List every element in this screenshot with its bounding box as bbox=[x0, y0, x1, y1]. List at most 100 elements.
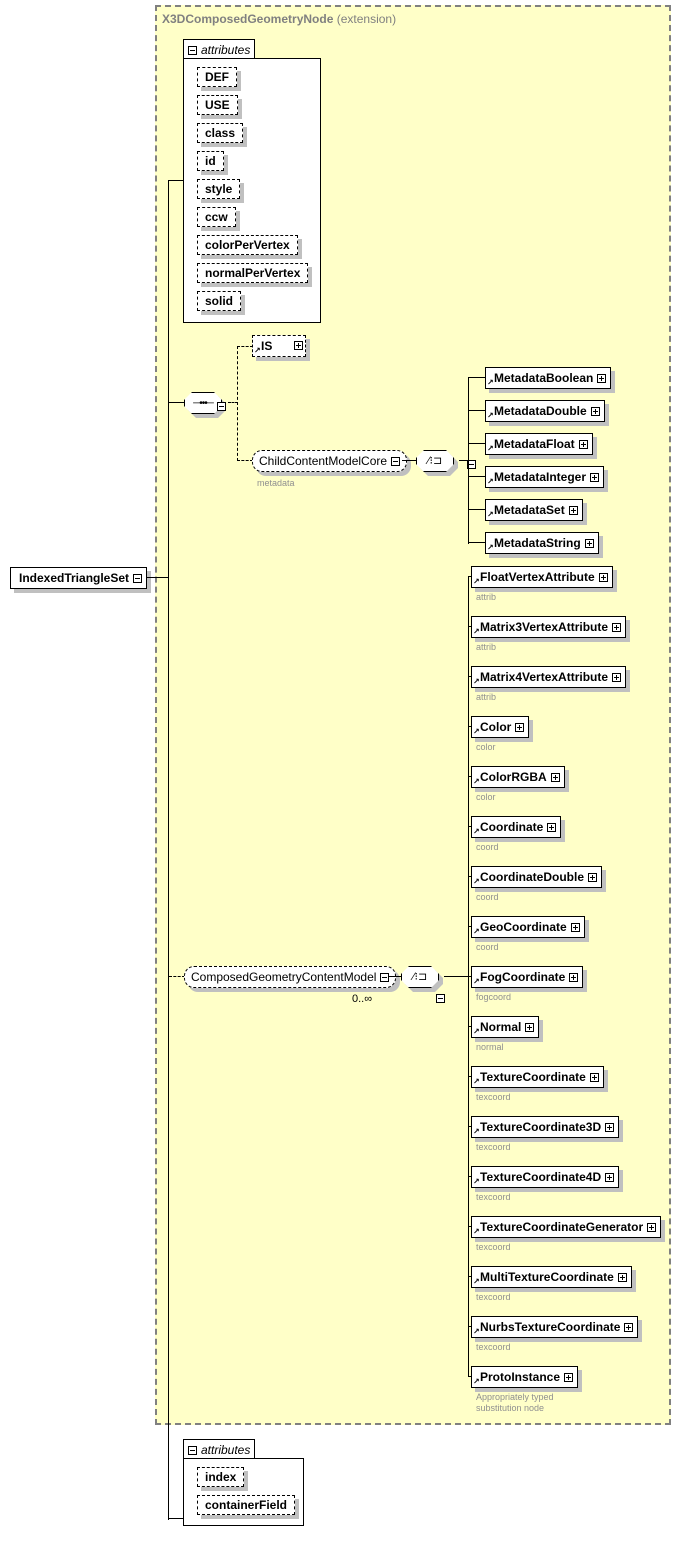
attribute-item[interactable]: DEF bbox=[197, 67, 237, 87]
group-label: ComposedGeometryContentModel bbox=[191, 970, 377, 984]
element-node[interactable]: ↗ FloatVertexAttribute bbox=[471, 566, 613, 588]
expand-icon[interactable] bbox=[612, 623, 622, 633]
attribute-item[interactable]: solid bbox=[197, 291, 242, 311]
collapse-icon[interactable] bbox=[380, 973, 390, 983]
expand-icon[interactable] bbox=[612, 673, 622, 683]
element-node[interactable]: ↗ Color bbox=[471, 716, 530, 738]
element-node[interactable]: ↗ MetadataSet bbox=[485, 499, 583, 521]
connector bbox=[168, 402, 184, 403]
element-node[interactable]: ↗ Matrix3VertexAttribute bbox=[471, 616, 627, 638]
expand-icon[interactable] bbox=[624, 1323, 634, 1333]
attribute-item[interactable]: containerField bbox=[197, 1495, 296, 1515]
element-sub-label: attrib bbox=[476, 592, 497, 602]
collapse-icon[interactable] bbox=[391, 457, 401, 467]
attribute-item[interactable]: USE bbox=[197, 95, 238, 115]
connector bbox=[468, 443, 485, 444]
expand-icon[interactable] bbox=[588, 873, 597, 883]
attributes-tab[interactable]: attributes bbox=[183, 39, 256, 59]
element-node[interactable]: ↗ NurbsTextureCoordinate bbox=[471, 1316, 639, 1338]
expand-icon[interactable] bbox=[578, 440, 588, 450]
expand-icon[interactable] bbox=[605, 1173, 615, 1183]
attribute-item[interactable]: ccw bbox=[197, 207, 236, 227]
reference-arrow-icon: ↗ bbox=[473, 777, 480, 786]
choice-compositor[interactable]: ⁄⁝⊐ bbox=[401, 966, 439, 988]
root-label: IndexedTriangleSet bbox=[19, 571, 130, 585]
expand-icon[interactable] bbox=[647, 1223, 657, 1233]
element-node[interactable]: ↗ Matrix4VertexAttribute bbox=[471, 666, 627, 688]
attributes-tab[interactable]: attributes bbox=[183, 1439, 256, 1459]
attribute-item[interactable]: style bbox=[197, 179, 241, 199]
element-sub-label: fogcoord bbox=[476, 992, 512, 1002]
attribute-item[interactable]: id bbox=[197, 151, 224, 171]
reference-arrow-icon: ↗ bbox=[473, 827, 480, 836]
expand-icon[interactable] bbox=[547, 823, 557, 833]
element-node[interactable]: ↗ TextureCoordinate bbox=[471, 1066, 604, 1088]
attribute-item[interactable]: class bbox=[197, 123, 244, 143]
element-node[interactable]: ↗ MetadataDouble bbox=[485, 400, 605, 422]
expand-icon[interactable] bbox=[605, 1123, 615, 1133]
child-content-model-core-group[interactable]: ChildContentModelCore bbox=[252, 450, 408, 472]
element-node[interactable]: ↗ MetadataFloat bbox=[485, 433, 593, 455]
expand-icon[interactable] bbox=[525, 1023, 535, 1033]
expand-icon[interactable] bbox=[598, 573, 608, 583]
reference-arrow-icon: ↗ bbox=[473, 877, 480, 886]
element-node[interactable]: ↗ MetadataInteger bbox=[485, 466, 605, 488]
collapse-icon[interactable] bbox=[436, 994, 445, 1004]
element-node[interactable]: ↗ GeoCoordinate bbox=[471, 916, 585, 938]
element-node[interactable]: ↗ ProtoInstance bbox=[471, 1366, 579, 1388]
expand-icon[interactable] bbox=[568, 506, 578, 516]
expand-icon[interactable] bbox=[564, 1373, 574, 1383]
sequence-icon: ─•••─ bbox=[193, 398, 214, 409]
element-label: MultiTextureCoordinate bbox=[480, 1270, 614, 1284]
expand-icon[interactable] bbox=[590, 473, 600, 483]
element-sub-label: color bbox=[476, 792, 496, 802]
reference-arrow-icon: ↗ bbox=[473, 1277, 480, 1286]
collapse-icon[interactable] bbox=[188, 1446, 197, 1456]
is-element[interactable]: ↗ IS bbox=[252, 335, 306, 357]
collapse-icon[interactable] bbox=[133, 574, 143, 584]
reference-arrow-icon: ↗ bbox=[473, 727, 480, 736]
element-label: Coordinate bbox=[480, 820, 544, 834]
element-node[interactable]: ↗ MetadataBoolean bbox=[485, 367, 612, 389]
attribute-item[interactable]: colorPerVertex bbox=[197, 235, 298, 255]
connector bbox=[468, 577, 469, 1377]
attribute-item[interactable]: index bbox=[197, 1467, 245, 1487]
expand-icon[interactable] bbox=[569, 973, 579, 983]
connector bbox=[468, 378, 469, 544]
expand-icon[interactable] bbox=[590, 407, 600, 417]
collapse-icon[interactable] bbox=[217, 402, 226, 412]
element-node[interactable]: ↗ TextureCoordinate4D bbox=[471, 1166, 620, 1188]
expand-icon[interactable] bbox=[294, 341, 303, 350]
connector bbox=[468, 542, 485, 543]
reference-arrow-icon: ↗ bbox=[473, 1327, 480, 1336]
expand-icon[interactable] bbox=[617, 1273, 627, 1283]
element-label: FloatVertexAttribute bbox=[480, 570, 595, 584]
choice-compositor[interactable]: ⁄⁝⊐ bbox=[416, 450, 454, 472]
element-node[interactable]: ↗ MetadataString bbox=[485, 532, 599, 554]
element-node[interactable]: ↗ TextureCoordinateGenerator bbox=[471, 1216, 662, 1238]
element-node[interactable]: ↗ FogCoordinate bbox=[471, 966, 584, 988]
group-sub-label: metadata bbox=[257, 478, 295, 488]
collapse-icon[interactable] bbox=[188, 46, 197, 56]
choice-icon: ⁄⁝⊐ bbox=[427, 455, 443, 467]
element-node[interactable]: ↗ MultiTextureCoordinate bbox=[471, 1266, 632, 1288]
element-sub-label: Appropriately typed substitution node bbox=[476, 1392, 554, 1413]
element-node[interactable]: ↗ TextureCoordinate3D bbox=[471, 1116, 620, 1138]
root-element[interactable]: IndexedTriangleSet bbox=[10, 567, 148, 589]
is-label: IS bbox=[261, 339, 273, 353]
element-node[interactable]: ↗ Normal bbox=[471, 1016, 540, 1038]
connector bbox=[168, 1518, 184, 1519]
expand-icon[interactable] bbox=[515, 723, 525, 733]
expand-icon[interactable] bbox=[589, 1073, 599, 1083]
attribute-item[interactable]: normalPerVertex bbox=[197, 263, 309, 283]
expand-icon[interactable] bbox=[570, 923, 580, 933]
expand-icon[interactable] bbox=[584, 539, 594, 549]
composed-geometry-content-model-group[interactable]: ComposedGeometryContentModel bbox=[184, 966, 397, 988]
element-node[interactable]: ↗ ColorRGBA bbox=[471, 766, 565, 788]
element-node[interactable]: ↗ Coordinate bbox=[471, 816, 562, 838]
expand-icon[interactable] bbox=[550, 773, 560, 783]
element-node[interactable]: ↗ CoordinateDouble bbox=[471, 866, 602, 888]
reference-arrow-icon: ↗ bbox=[473, 627, 480, 636]
connector bbox=[389, 976, 401, 977]
expand-icon[interactable] bbox=[597, 374, 607, 384]
